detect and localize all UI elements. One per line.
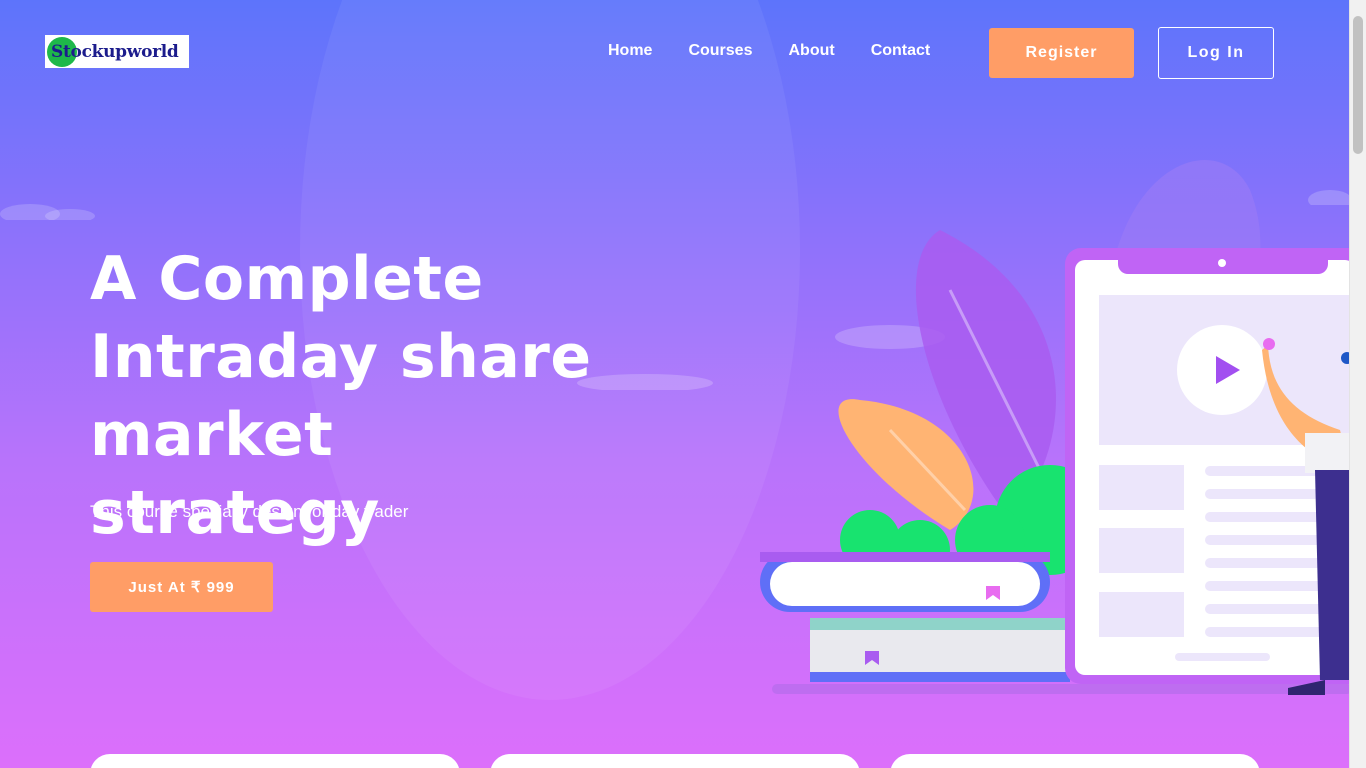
cloud-decoration	[0, 204, 95, 220]
register-button[interactable]: Register	[989, 28, 1134, 78]
brand-logo[interactable]: Stockupworld	[45, 35, 189, 68]
hero-illustration	[760, 160, 1350, 695]
feature-card	[490, 754, 860, 768]
brand-name: Stockupworld	[51, 41, 179, 62]
nav-home[interactable]: Home	[608, 42, 652, 60]
hero-subtitle: This course specially design for day tra…	[90, 502, 409, 521]
feature-card	[90, 754, 460, 768]
nav-about[interactable]: About	[788, 42, 834, 60]
scrollbar-thumb[interactable]	[1353, 16, 1363, 154]
page-scrollbar[interactable]	[1349, 0, 1366, 768]
nav-courses[interactable]: Courses	[688, 42, 752, 60]
login-button[interactable]: Log In	[1158, 27, 1274, 79]
main-nav: Home Courses About Contact	[590, 42, 948, 60]
price-button[interactable]: Just At ₹ 999	[90, 562, 273, 612]
nav-contact[interactable]: Contact	[871, 42, 931, 60]
feature-card	[890, 754, 1260, 768]
